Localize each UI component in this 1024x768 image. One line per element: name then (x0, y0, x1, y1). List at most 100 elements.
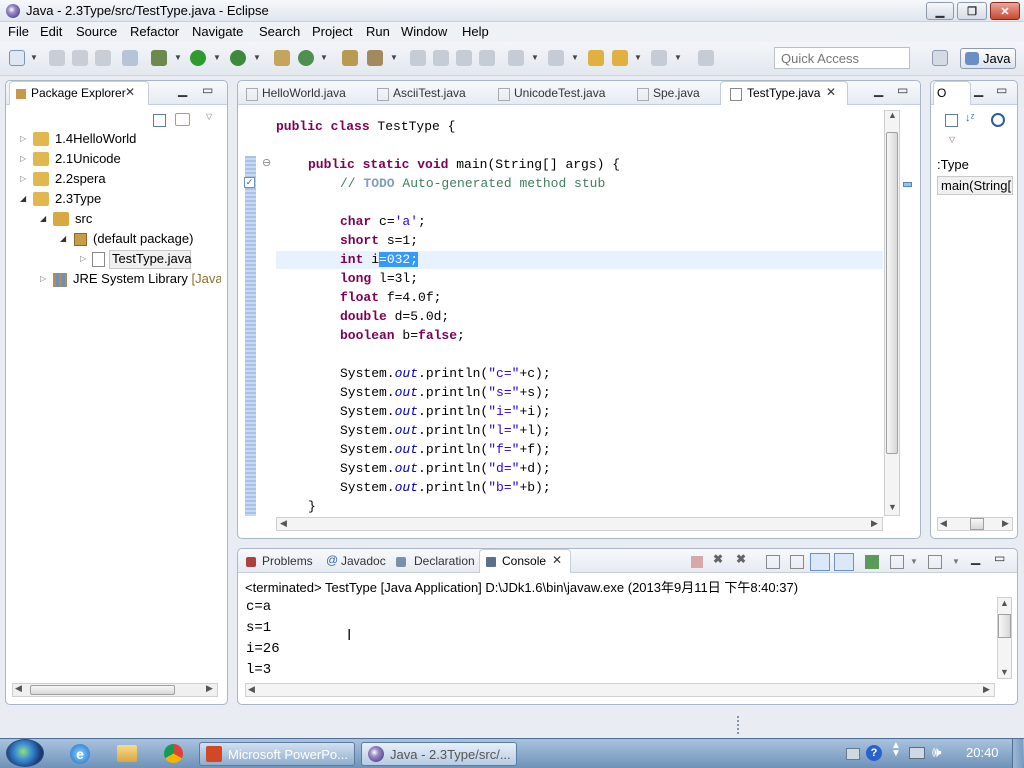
last-edit-icon[interactable] (588, 50, 604, 66)
remove-all-icon[interactable]: ✖ (736, 552, 746, 566)
menu-navigate[interactable]: Navigate (192, 24, 243, 39)
code-line-print[interactable]: System.out.println("d="+d); (340, 461, 551, 476)
open-perspective-icon[interactable] (932, 50, 948, 66)
fold-icon[interactable]: ⊖ (262, 156, 271, 169)
tree-item-2-1unicode[interactable]: 2.1Unicode (55, 151, 121, 166)
terminate-icon[interactable] (691, 556, 703, 568)
remove-launch-icon[interactable]: ✖ (713, 552, 723, 566)
maximize-button[interactable]: ❐ (957, 2, 987, 20)
tab-problems[interactable]: Problems (262, 554, 313, 568)
code-line-main[interactable]: public static void main(String[] args) { (308, 157, 620, 172)
menu-edit[interactable]: Edit (40, 24, 62, 39)
tab-console[interactable]: Console (502, 554, 546, 568)
new-package-icon[interactable] (274, 50, 290, 66)
chevron-down-icon[interactable]: ▼ (320, 53, 328, 62)
network-icon[interactable] (909, 747, 925, 759)
chevron-down-icon[interactable]: ▼ (253, 53, 261, 62)
maximize-view-icon[interactable]: ▭ (202, 83, 213, 97)
scroll-left-icon[interactable]: ◀ (248, 684, 255, 695)
scroll-left-icon[interactable]: ◀ (280, 518, 287, 529)
scroll-lock-icon[interactable] (790, 555, 804, 569)
new-icon[interactable] (9, 50, 25, 66)
pin-editor-icon[interactable] (698, 50, 714, 66)
chevron-down-icon[interactable]: ▼ (30, 53, 38, 62)
tree-item-2-3type[interactable]: 2.3Type (55, 191, 101, 206)
code-line-print[interactable]: System.out.println("i="+i); (340, 404, 551, 419)
collapse-icon[interactable]: ◢ (60, 234, 66, 243)
collapse-icon[interactable]: ◢ (20, 194, 26, 203)
scroll-right-icon[interactable]: ▶ (1002, 518, 1009, 529)
taskbar-item-eclipse[interactable]: Java - 2.3Type/src/... (361, 742, 517, 766)
code-line-comment[interactable]: // TODO Auto-generated method stub (340, 176, 605, 191)
taskbar-item-powerpoint[interactable]: Microsoft PowerPo... (199, 742, 355, 766)
tab-javadoc[interactable]: Javadoc (341, 554, 386, 568)
minimize-view-icon[interactable]: ▁ (971, 551, 980, 565)
quick-access-input[interactable] (774, 47, 910, 69)
display-console-icon[interactable] (890, 555, 904, 569)
tab-asciitest[interactable]: AsciiTest.java (393, 86, 466, 100)
search-icon[interactable] (367, 50, 383, 66)
tree-item-testtype-java[interactable]: TestType.java (112, 251, 192, 266)
menu-refactor[interactable]: Refactor (130, 24, 179, 39)
menu-project[interactable]: Project (312, 24, 352, 39)
code-line-print[interactable]: System.out.println("f="+f); (340, 442, 551, 457)
menu-source[interactable]: Source (76, 24, 117, 39)
expand-icon[interactable]: ▷ (20, 174, 26, 183)
maximize-view-icon[interactable]: ▭ (994, 551, 1005, 565)
new-class-icon[interactable] (298, 50, 314, 66)
tab-helloworld[interactable]: HelloWorld.java (262, 86, 346, 100)
sort-icon[interactable]: ↓ᶻ (965, 112, 974, 124)
chevron-down-icon[interactable]: ▼ (213, 53, 221, 62)
scroll-down-icon[interactable]: ▼ (888, 502, 897, 512)
clock[interactable]: 20:40 (966, 745, 999, 760)
code-line-print[interactable]: System.out.println("s="+s); (340, 385, 551, 400)
skip-breakpoints-icon[interactable] (122, 50, 138, 66)
maximize-view-icon[interactable]: ▭ (897, 83, 908, 97)
code-line-close[interactable]: } (308, 499, 316, 514)
print-icon[interactable] (95, 50, 111, 66)
code-line-int[interactable]: int i=032; (340, 252, 419, 267)
scroll-left-icon[interactable]: ◀ (940, 518, 947, 529)
back-icon[interactable] (612, 50, 628, 66)
word-wrap-icon[interactable] (834, 553, 854, 571)
outline-method-item[interactable]: main(String[ (937, 176, 1013, 195)
expand-icon[interactable]: ▷ (20, 154, 26, 163)
view-menu-icon[interactable]: ▽ (206, 112, 212, 121)
tab-unicodetest[interactable]: UnicodeTest.java (514, 86, 605, 100)
code-line-float[interactable]: float f=4.0f; (340, 290, 441, 305)
scrollbar-thumb[interactable] (998, 614, 1011, 638)
save-icon[interactable] (49, 50, 65, 66)
code-line-class[interactable]: public class TestType { (276, 119, 455, 134)
save-all-icon[interactable] (72, 50, 88, 66)
clear-console-icon[interactable] (766, 555, 780, 569)
view-menu-icon[interactable]: ▽ (949, 135, 955, 144)
scroll-up-icon[interactable]: ▲ (888, 110, 897, 120)
minimize-view-icon[interactable]: ▁ (178, 83, 187, 97)
code-line-print[interactable]: System.out.println("l="+l); (340, 423, 551, 438)
tab-spe[interactable]: Spe.java (653, 86, 700, 100)
next-annotation-icon[interactable] (508, 50, 524, 66)
collapse-icon[interactable]: ◢ (40, 214, 46, 223)
block-selection-icon[interactable] (456, 50, 472, 66)
forward-icon[interactable] (651, 50, 667, 66)
minimize-view-icon[interactable]: ▁ (874, 83, 883, 97)
prev-annotation-icon[interactable] (548, 50, 564, 66)
chevron-down-icon[interactable]: ▼ (174, 53, 182, 62)
open-console-icon[interactable] (928, 555, 942, 569)
code-line-long[interactable]: long l=3l; (340, 271, 418, 286)
tree-item-src[interactable]: src (75, 211, 92, 226)
scroll-right-icon[interactable]: ▶ (206, 683, 213, 694)
menu-help[interactable]: Help (462, 24, 489, 39)
volume-icon[interactable]: 🕪 (932, 744, 941, 761)
tree-item-2-2spera[interactable]: 2.2spera (55, 171, 106, 186)
horizontal-scrollbar[interactable] (276, 517, 883, 531)
keyboard-icon[interactable] (846, 748, 860, 760)
start-button[interactable] (6, 739, 44, 767)
menu-file[interactable]: File (8, 24, 29, 39)
outline-type-label[interactable]: :Type (937, 157, 969, 172)
hide-fields-icon[interactable] (991, 113, 1005, 127)
chevron-down-icon[interactable]: ▼ (634, 53, 642, 62)
maximize-view-icon[interactable]: ▭ (996, 83, 1007, 97)
tree-item-1-4helloworld[interactable]: 1.4HelloWorld (55, 131, 136, 146)
chevron-down-icon[interactable]: ▼ (531, 53, 539, 62)
